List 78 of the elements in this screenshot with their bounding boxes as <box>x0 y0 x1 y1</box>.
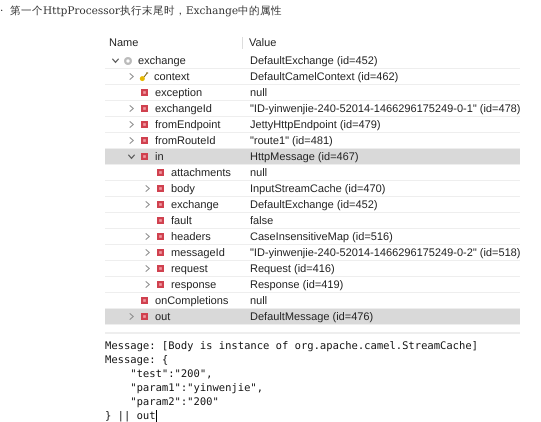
object-icon <box>123 56 133 66</box>
detail-line: Message: { <box>105 353 168 367</box>
variable-name: context <box>154 70 190 82</box>
field-icon <box>157 249 164 256</box>
text-cursor <box>156 410 157 422</box>
tree-row[interactable]: response Response (id=419) <box>105 277 520 293</box>
variable-value: DefaultExchange (id=452) <box>250 54 378 66</box>
variable-value: DefaultMessage (id=476) <box>250 310 374 322</box>
column-header[interactable]: Name <box>105 37 243 49</box>
detail-line: "test":"200", <box>129 367 212 381</box>
variable-value: HttpMessage (id=467) <box>250 150 359 162</box>
variable-value: null <box>250 166 268 178</box>
detail-line: "param1":"yinwenjie", <box>129 381 264 395</box>
field-icon <box>141 89 148 96</box>
variable-value: CaseInsensitiveMap (id=516) <box>250 230 393 242</box>
detail-line: } || out <box>105 409 156 422</box>
tree-row[interactable]: exchange DefaultExchange (id=452) <box>105 197 520 213</box>
variable-value: InputStreamCache (id=470) <box>250 182 386 194</box>
field-icon <box>141 153 148 160</box>
detail-pane[interactable]: Message: [Body is instance of org.apache.camel.StreamCache] Message: { "test":"200", "param1":"yinwenjie", "param2":"200" } || out <box>105 332 520 422</box>
variable-value: null <box>250 86 268 98</box>
variable-name: fromRouteId <box>155 134 216 146</box>
variable-name: response <box>171 278 216 290</box>
field-icon <box>141 297 148 304</box>
field-icon <box>157 217 164 224</box>
field-icon <box>157 185 164 192</box>
tree-row[interactable]: fault false <box>105 213 520 229</box>
tree-row[interactable]: context DefaultCamelContext (id=462) <box>105 69 520 85</box>
variable-name: in <box>155 150 164 162</box>
variable-name: exception <box>155 86 202 98</box>
tree-row[interactable]: messageId "ID-yinwenjie-240-52014-1466296175249-0-2" (id=518) <box>105 245 520 261</box>
variable-name: request <box>171 262 208 274</box>
detail-line: "param2":"200" <box>129 395 219 409</box>
variable-name: fault <box>171 214 192 226</box>
variable-value: Response (id=419) <box>250 278 344 290</box>
variable-name: exchange <box>138 54 186 66</box>
variable-value: DefaultCamelContext (id=462) <box>250 70 398 82</box>
variable-name: fromEndpoint <box>155 118 220 130</box>
field-icon <box>157 281 164 288</box>
variable-value: DefaultExchange (id=452) <box>250 198 378 210</box>
variable-name: attachments <box>171 166 231 178</box>
bullet: · <box>0 5 4 17</box>
tree-row[interactable]: headers CaseInsensitiveMap (id=516) <box>105 229 520 245</box>
variable-name: out <box>155 310 170 322</box>
detail-line: Message: [Body is instance of org.apache.camel.StreamCache] <box>105 339 478 353</box>
tree-row[interactable]: exception null <box>105 85 520 101</box>
field-icon <box>141 105 148 112</box>
tree-row[interactable]: in HttpMessage (id=467) <box>105 149 520 165</box>
field-icon <box>157 233 164 240</box>
variable-name: messageId <box>171 246 225 258</box>
variable-name: onCompletions <box>155 294 228 306</box>
tree-row[interactable]: exchange DefaultExchange (id=452) <box>105 53 520 69</box>
variable-value: Request (id=416) <box>250 262 335 274</box>
tree-row[interactable]: attachments null <box>105 165 520 181</box>
static-field-icon <box>139 72 149 82</box>
caption-text: 第一个HttpProcessor执行末尾时，Exchange中的属性 <box>10 4 282 18</box>
variable-name: exchangeId <box>155 102 212 114</box>
field-icon <box>157 201 164 208</box>
variable-value: null <box>250 294 268 306</box>
field-icon <box>141 121 148 128</box>
variable-value: "ID-yinwenjie-240-52014-1466296175249-0-2" (id=518) <box>250 246 520 258</box>
column-header[interactable]: Value <box>243 37 520 49</box>
field-icon <box>141 313 148 320</box>
tree-row[interactable]: out DefaultMessage (id=476) <box>105 309 520 325</box>
variable-value: "route1" (id=481) <box>250 134 333 146</box>
variable-value: JettyHttpEndpoint (id=479) <box>250 118 381 130</box>
variable-name: exchange <box>171 198 219 210</box>
variable-value: false <box>250 214 274 226</box>
field-icon <box>157 265 164 272</box>
variable-name: headers <box>171 230 211 242</box>
field-icon <box>141 137 148 144</box>
tree-row[interactable]: body InputStreamCache (id=470) <box>105 181 520 197</box>
variable-name: body <box>171 182 195 194</box>
tree-row[interactable]: exchangeId "ID-yinwenjie-240-52014-1466296175249-0-1" (id=478) <box>105 101 520 117</box>
field-icon <box>157 169 164 176</box>
tree-row[interactable]: fromEndpoint JettyHttpEndpoint (id=479) <box>105 117 520 133</box>
tree-row[interactable]: request Request (id=416) <box>105 261 520 277</box>
variable-value: "ID-yinwenjie-240-52014-1466296175249-0-1" (id=478) <box>250 102 520 114</box>
